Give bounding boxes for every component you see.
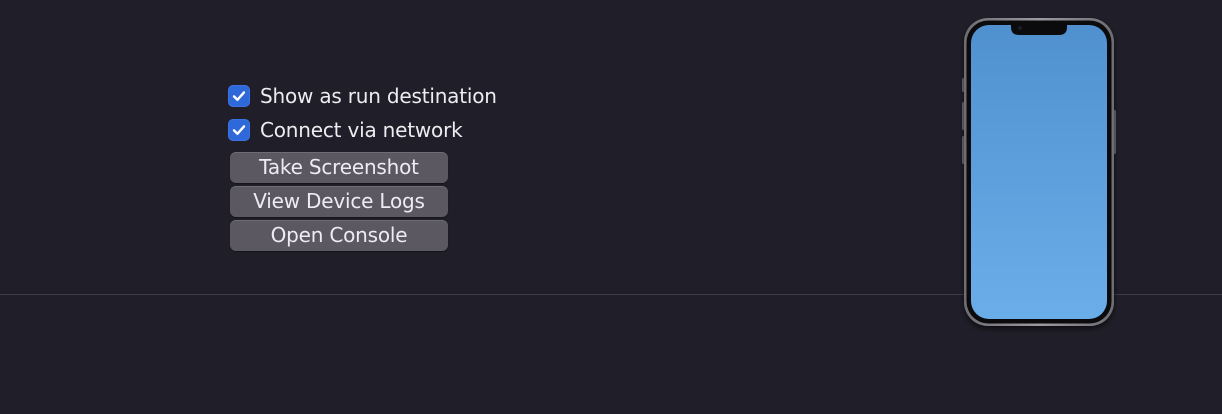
checkmark-icon [232, 91, 246, 101]
show-as-run-destination-row[interactable]: Show as run destination [228, 84, 497, 108]
show-as-run-destination-checkbox[interactable] [228, 85, 250, 107]
connect-via-network-label: Connect via network [260, 118, 463, 142]
show-as-run-destination-label: Show as run destination [260, 84, 497, 108]
device-preview [958, 14, 1122, 336]
connect-via-network-row[interactable]: Connect via network [228, 118, 463, 142]
checkmark-icon [232, 125, 246, 135]
iphone-device-icon [962, 18, 1116, 326]
take-screenshot-button[interactable]: Take Screenshot [230, 152, 448, 183]
connect-via-network-checkbox[interactable] [228, 119, 250, 141]
open-console-button[interactable]: Open Console [230, 220, 448, 251]
view-device-logs-button[interactable]: View Device Logs [230, 186, 448, 217]
